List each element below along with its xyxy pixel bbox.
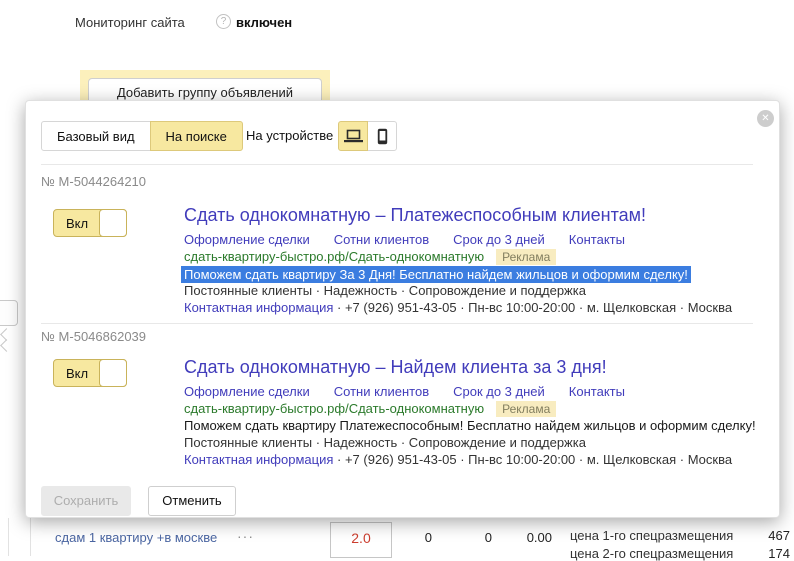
- ad-callouts: Постоянные клиенты · Надежность · Сопров…: [184, 283, 586, 298]
- site-monitoring-label: Мониторинг сайта: [75, 15, 185, 30]
- mobile-device-button[interactable]: [367, 121, 397, 151]
- view-tabs: Базовый вид На поиске: [41, 121, 243, 151]
- ad-url-row: сдать-квартиру-быстро.рф/Сдать-однокомна…: [184, 249, 557, 265]
- sitelink[interactable]: Контакты: [569, 384, 625, 399]
- bid-input[interactable]: 2.0: [330, 522, 392, 558]
- price-row-label: цена 2-го спецразмещения: [570, 546, 734, 561]
- divider: [41, 164, 753, 165]
- ad-url-row: сдать-квартиру-быстро.рф/Сдать-однокомна…: [184, 401, 557, 417]
- ad-enabled-toggle[interactable]: Вкл: [53, 209, 127, 237]
- sitelink[interactable]: Сотни клиентов: [334, 384, 429, 399]
- ad-description-selected: Поможем сдать квартиру За 3 Дня! Бесплат…: [181, 266, 691, 283]
- ad-description: Поможем сдать квартиру Платежеспособным!…: [184, 418, 756, 433]
- toggle-knob[interactable]: [99, 359, 127, 387]
- help-icon[interactable]: ?: [216, 14, 231, 29]
- laptop-icon: [343, 129, 363, 144]
- save-button[interactable]: Сохранить: [41, 486, 131, 516]
- ad-title-link[interactable]: Сдать однокомнатную – Платежеспособным к…: [184, 205, 646, 226]
- display-url-link[interactable]: сдать-квартиру-быстро.рф/Сдать-однокомна…: [184, 401, 484, 416]
- ad-callouts: Постоянные клиенты · Надежность · Сопров…: [184, 435, 586, 450]
- toggle-on-label: Вкл: [65, 215, 89, 231]
- ad-contact-row: Контактная информация · +7 (926) 951-43-…: [184, 452, 732, 467]
- sitelink[interactable]: Срок до 3 дней: [453, 232, 545, 247]
- contact-details: · +7 (926) 951-43-05 · Пн-вс 10:00-20:00…: [337, 300, 733, 315]
- ad-badge: Реклама: [496, 401, 557, 417]
- ad-number: № М-5044264210: [41, 174, 147, 189]
- ad-preview-modal: ✕ Базовый вид На поиске На устройстве № …: [25, 100, 780, 518]
- cancel-button[interactable]: Отменить: [148, 486, 236, 516]
- stat-value: 0: [484, 530, 492, 545]
- keyword-link[interactable]: сдам 1 квартиру +в москве: [55, 530, 217, 545]
- ad-enabled-toggle[interactable]: Вкл: [53, 359, 127, 387]
- price-row-value: 467: [768, 528, 790, 543]
- chevron-mark-icon: [0, 339, 13, 352]
- ad-number: № М-5046862039: [41, 329, 147, 344]
- divider: [41, 323, 753, 324]
- close-icon[interactable]: ✕: [757, 110, 774, 127]
- ad-sitelinks: Оформление сделки Сотни клиентов Срок до…: [184, 232, 625, 247]
- stat-value: 0: [424, 530, 432, 545]
- contact-details: · +7 (926) 951-43-05 · Пн-вс 10:00-20:00…: [337, 452, 733, 467]
- contact-info-link[interactable]: Контактная информация: [184, 300, 333, 315]
- collapsed-panel-handle: [0, 300, 18, 326]
- ad-sitelinks: Оформление сделки Сотни клиентов Срок до…: [184, 384, 625, 399]
- smartphone-icon: [377, 128, 388, 145]
- device-toggle: [338, 121, 397, 151]
- ad-badge: Реклама: [496, 249, 557, 265]
- price-row-label: цена 1-го спецразмещения: [570, 528, 734, 543]
- sitelink[interactable]: Оформление сделки: [184, 232, 310, 247]
- table-gridline: [8, 518, 9, 556]
- sitelink[interactable]: Контакты: [569, 232, 625, 247]
- tab-basic-view[interactable]: Базовый вид: [41, 121, 151, 151]
- ad-contact-row: Контактная информация · +7 (926) 951-43-…: [184, 300, 732, 315]
- desktop-device-button[interactable]: [338, 121, 368, 151]
- keyword-menu-dots-icon[interactable]: ···: [237, 528, 254, 544]
- toggle-on-label: Вкл: [65, 365, 89, 381]
- table-gridline: [30, 518, 31, 556]
- toggle-knob[interactable]: [99, 209, 127, 237]
- sitelink[interactable]: Сотни клиентов: [334, 232, 429, 247]
- display-url-link[interactable]: сдать-квартиру-быстро.рф/Сдать-однокомна…: [184, 249, 484, 264]
- price-row-value: 174: [768, 546, 790, 561]
- sitelink[interactable]: Оформление сделки: [184, 384, 310, 399]
- ad-title-link[interactable]: Сдать однокомнатную – Найдем клиента за …: [184, 357, 607, 378]
- stat-value: 0.00: [526, 530, 552, 545]
- site-monitoring-value: включен: [236, 15, 293, 30]
- device-label: На устройстве: [246, 128, 334, 143]
- contact-info-link[interactable]: Контактная информация: [184, 452, 333, 467]
- tab-on-search[interactable]: На поиске: [149, 121, 243, 151]
- sitelink[interactable]: Срок до 3 дней: [453, 384, 545, 399]
